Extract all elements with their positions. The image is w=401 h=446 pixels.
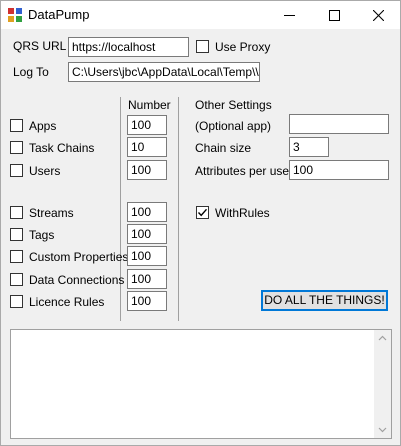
app-icon [8, 8, 22, 22]
chain-size-label: Chain size [195, 141, 252, 155]
data-connections-label: Data Connections [29, 273, 125, 287]
scroll-up-arrow-icon[interactable] [374, 330, 391, 347]
maximize-icon [328, 9, 340, 21]
tags-label: Tags [29, 228, 55, 242]
users-number-input[interactable]: 100 [127, 160, 167, 180]
task-chains-label: Task Chains [29, 141, 95, 155]
apps-label: Apps [29, 119, 57, 133]
maximize-button[interactable] [312, 1, 356, 29]
close-icon [372, 9, 384, 21]
left-separator [120, 97, 121, 321]
streams-number-input[interactable]: 100 [127, 202, 167, 222]
checkmark-icon [197, 208, 208, 217]
with-rules-label: WithRules [215, 206, 270, 220]
with-rules-checkbox[interactable] [196, 206, 209, 219]
use-proxy-label: Use Proxy [215, 40, 271, 54]
tags-checkbox[interactable] [10, 228, 23, 241]
scroll-down-arrow-icon[interactable] [374, 421, 391, 438]
streams-label: Streams [29, 206, 74, 220]
qrs-url-label: QRS URL [13, 39, 67, 53]
streams-checkbox[interactable] [10, 206, 23, 219]
custom-properties-number-input[interactable]: 100 [127, 246, 167, 266]
optional-app-input[interactable] [289, 114, 389, 134]
apps-checkbox[interactable] [10, 119, 23, 132]
users-checkbox[interactable] [10, 164, 23, 177]
use-proxy-checkbox[interactable] [196, 40, 209, 53]
window-title: DataPump [28, 7, 90, 22]
number-header: Number [128, 98, 171, 112]
other-settings-header: Other Settings [195, 98, 272, 112]
log-to-label: Log To [13, 65, 49, 79]
title-bar: DataPump [1, 1, 400, 29]
custom-properties-checkbox[interactable] [10, 250, 23, 263]
do-all-the-things-button[interactable]: DO ALL THE THINGS! [261, 290, 388, 311]
tags-number-input[interactable]: 100 [127, 224, 167, 244]
minimize-button[interactable] [267, 1, 311, 29]
attributes-per-user-label: Attributes per user [195, 164, 294, 178]
data-connections-number-input[interactable]: 100 [127, 269, 167, 289]
apps-number-input[interactable]: 100 [127, 115, 167, 135]
custom-properties-label: Custom Properties [29, 250, 129, 264]
attributes-per-user-input[interactable]: 100 [289, 160, 389, 180]
right-separator [178, 97, 179, 321]
log-output-scrollbar[interactable] [374, 330, 391, 438]
optional-app-label: (Optional app) [195, 119, 272, 133]
users-label: Users [29, 164, 61, 178]
task-chains-number-input[interactable]: 10 [127, 137, 167, 157]
datapump-window: DataPump QRS URL https://localhost Use P… [0, 0, 401, 446]
chain-size-input[interactable]: 3 [289, 137, 329, 157]
minimize-icon [283, 14, 295, 16]
log-to-input[interactable]: C:\Users\jbc\AppData\Local\Temp\\te [68, 62, 260, 82]
licence-rules-number-input[interactable]: 100 [127, 291, 167, 311]
data-connections-checkbox[interactable] [10, 273, 23, 286]
close-button[interactable] [356, 1, 400, 29]
licence-rules-checkbox[interactable] [10, 295, 23, 308]
task-chains-checkbox[interactable] [10, 141, 23, 154]
qrs-url-input[interactable]: https://localhost [68, 37, 189, 57]
log-output-textarea[interactable] [10, 329, 392, 439]
licence-rules-label: Licence Rules [29, 295, 105, 309]
